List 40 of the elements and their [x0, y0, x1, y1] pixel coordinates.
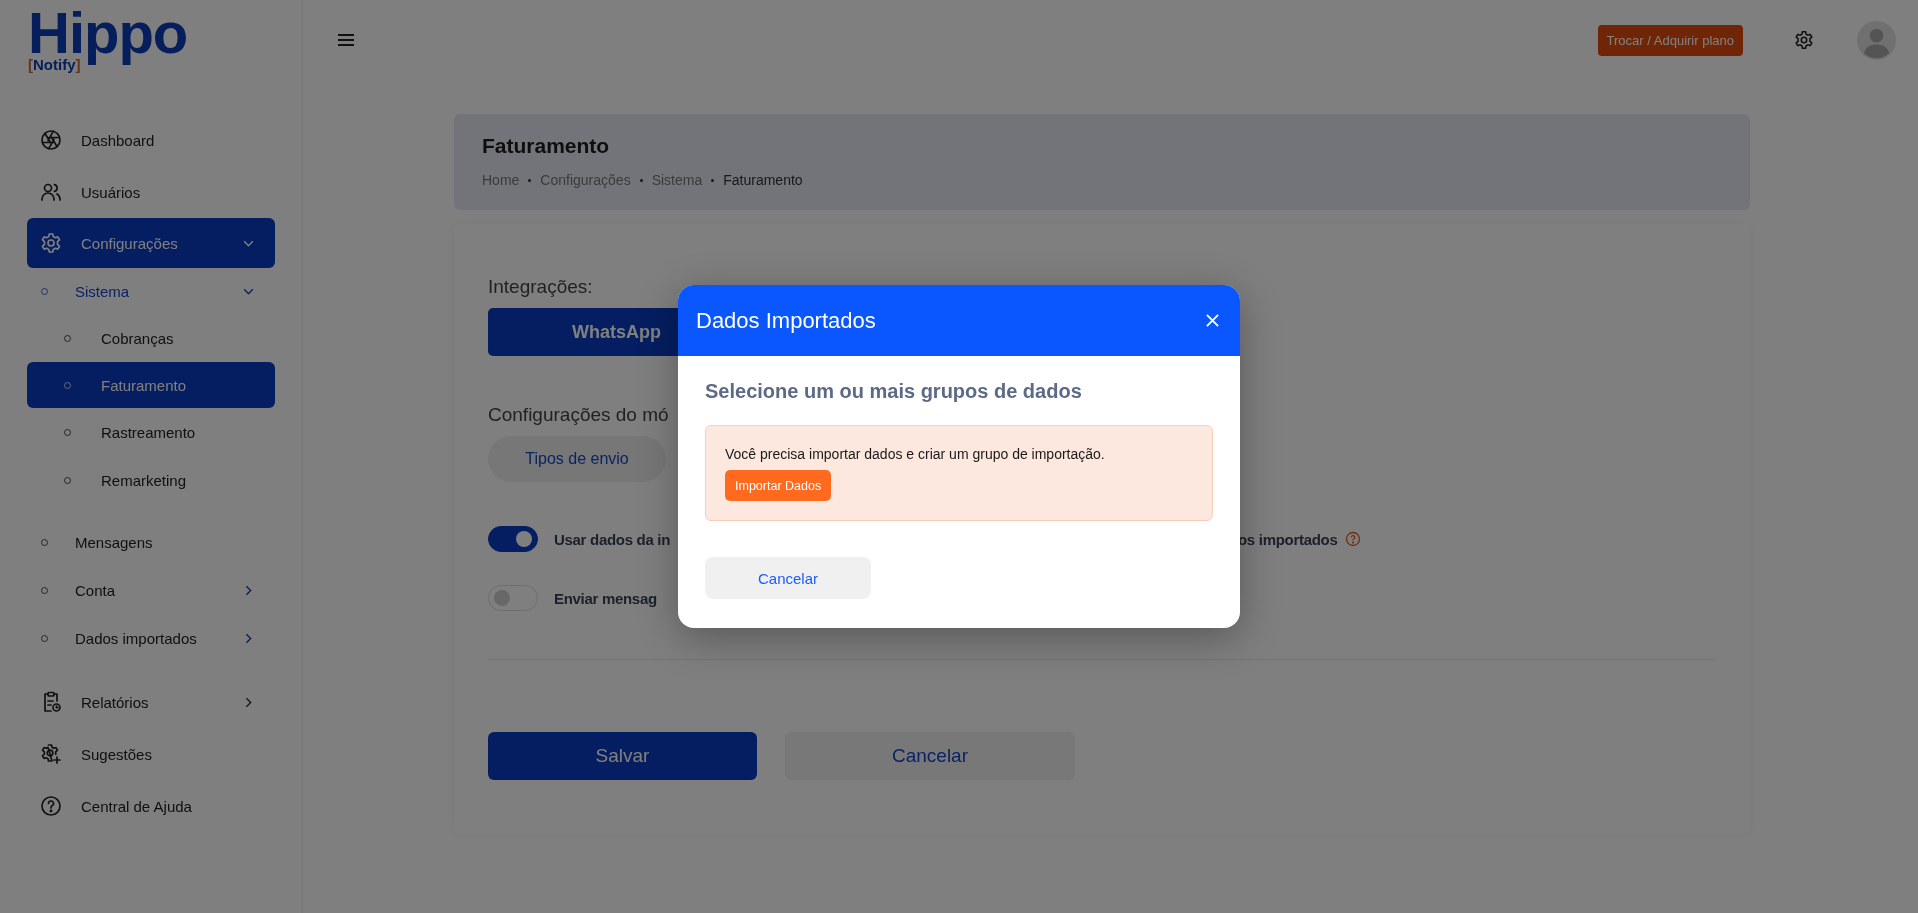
toggle-label: Usar dados da in	[553, 530, 672, 548]
breadcrumb-link[interactable]: Home	[482, 172, 520, 188]
sidebar-item[interactable]: Remarketing	[27, 456, 275, 504]
aperture-icon	[39, 128, 63, 152]
section-label: Integrações:	[488, 276, 594, 298]
sidebar-item[interactable]: Sugestões	[27, 728, 275, 780]
sidebar-item[interactable]: Conta	[27, 566, 275, 614]
logo: Hippo [Notify]	[28, 6, 189, 75]
module-tab[interactable]: Tipos de envio	[488, 436, 666, 482]
sidebar-item[interactable]: Configurações	[27, 218, 275, 268]
sidebar-item[interactable]: Sistema	[27, 268, 275, 314]
breadcrumb-link[interactable]: Configurações	[540, 172, 631, 188]
sidebar-item[interactable]: Mensagens	[27, 518, 275, 566]
help-icon[interactable]	[1345, 531, 1362, 547]
help-icon	[39, 794, 63, 818]
toggle-switch[interactable]	[488, 526, 538, 552]
cancel-button[interactable]: Cancelar	[785, 732, 1075, 780]
sidebar-item[interactable]: Relatórios	[27, 676, 275, 728]
import-button[interactable]: Importar Dados	[725, 470, 832, 501]
close-icon[interactable]	[1205, 313, 1220, 328]
breadcrumb-link[interactable]: Sistema	[651, 172, 703, 188]
sidebar-item[interactable]: Dashboard	[27, 114, 275, 166]
modal-heading: Selecione um ou mais grupos de dados	[705, 380, 1083, 403]
save-button[interactable]: Salvar	[488, 732, 757, 780]
sidebar-item[interactable]: Usuários	[27, 166, 275, 218]
toggle-label: Enviar mensag	[553, 589, 658, 607]
breadcrumb-link[interactable]: Faturamento	[723, 172, 803, 188]
sidebar-item[interactable]: Rastreamento	[27, 408, 275, 456]
alert-text: Você precisa importar dados e criar um grupo de importação.	[725, 446, 1106, 462]
gear-icon	[39, 231, 63, 255]
gear-plus-icon	[39, 742, 63, 766]
sidebar-item[interactable]: Cobranças	[27, 314, 275, 362]
sidebar-item[interactable]: Faturamento	[27, 362, 275, 408]
sidebar-item[interactable]: Central de Ajuda	[27, 780, 275, 832]
page-title: Faturamento	[482, 133, 611, 158]
cancel-button[interactable]: Cancelar	[705, 557, 871, 599]
plan-button[interactable]: Trocar / Adquirir plano	[1597, 24, 1743, 56]
section-label: Configurações do mó	[488, 404, 670, 426]
sidebar-item[interactable]: Dados importados	[27, 614, 275, 662]
settings-icon[interactable]	[1793, 29, 1815, 51]
